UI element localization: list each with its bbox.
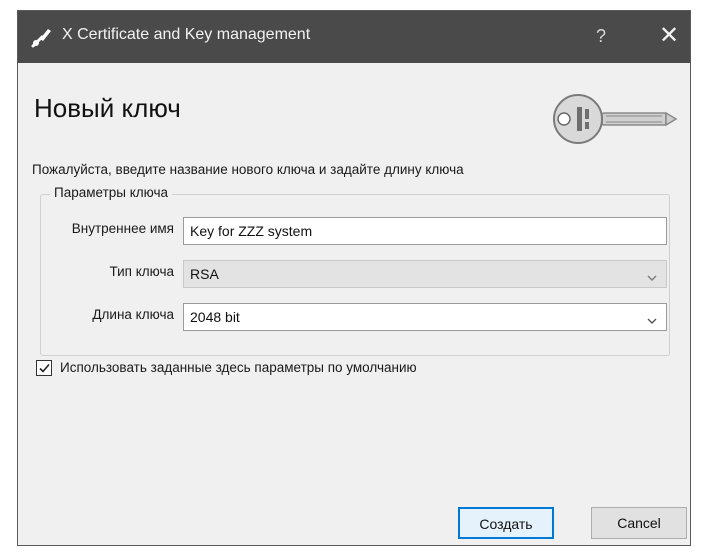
create-button[interactable]: Создать bbox=[458, 507, 554, 539]
window-title: X Certificate and Key management bbox=[62, 26, 311, 43]
key-icon bbox=[550, 93, 678, 145]
key-length-value: 2048 bit bbox=[190, 309, 240, 325]
close-button[interactable]: ✕ bbox=[654, 21, 684, 51]
internal-name-value: Key for ZZZ system bbox=[190, 223, 313, 239]
defaults-checkbox[interactable] bbox=[36, 360, 52, 376]
key-length-label: Длина ключа bbox=[92, 307, 174, 322]
internal-name-label: Внутреннее имя bbox=[71, 221, 174, 236]
key-pen-icon bbox=[30, 25, 54, 49]
description-text: Пожалуйста, введите название нового ключ… bbox=[32, 162, 464, 177]
internal-name-input[interactable]: Key for ZZZ system bbox=[183, 217, 667, 245]
key-type-value: RSA bbox=[190, 266, 219, 282]
cancel-button[interactable]: Cancel bbox=[591, 507, 687, 539]
page-title: Новый ключ bbox=[34, 93, 181, 123]
defaults-checkbox-label[interactable]: Использовать заданные здесь параметры по… bbox=[60, 360, 417, 375]
group-title: Параметры ключа bbox=[50, 185, 173, 200]
key-type-select[interactable]: RSA bbox=[183, 260, 667, 288]
chevron-down-icon bbox=[646, 310, 658, 324]
dialog-window: X Certificate and Key management ? ✕ Нов… bbox=[17, 10, 691, 546]
key-type-label: Тип ключа bbox=[109, 264, 174, 279]
title-bar[interactable]: X Certificate and Key management ? ✕ bbox=[18, 11, 690, 63]
key-length-select[interactable]: 2048 bit bbox=[183, 303, 667, 331]
chevron-down-icon bbox=[646, 267, 658, 281]
help-button[interactable]: ? bbox=[586, 21, 616, 51]
